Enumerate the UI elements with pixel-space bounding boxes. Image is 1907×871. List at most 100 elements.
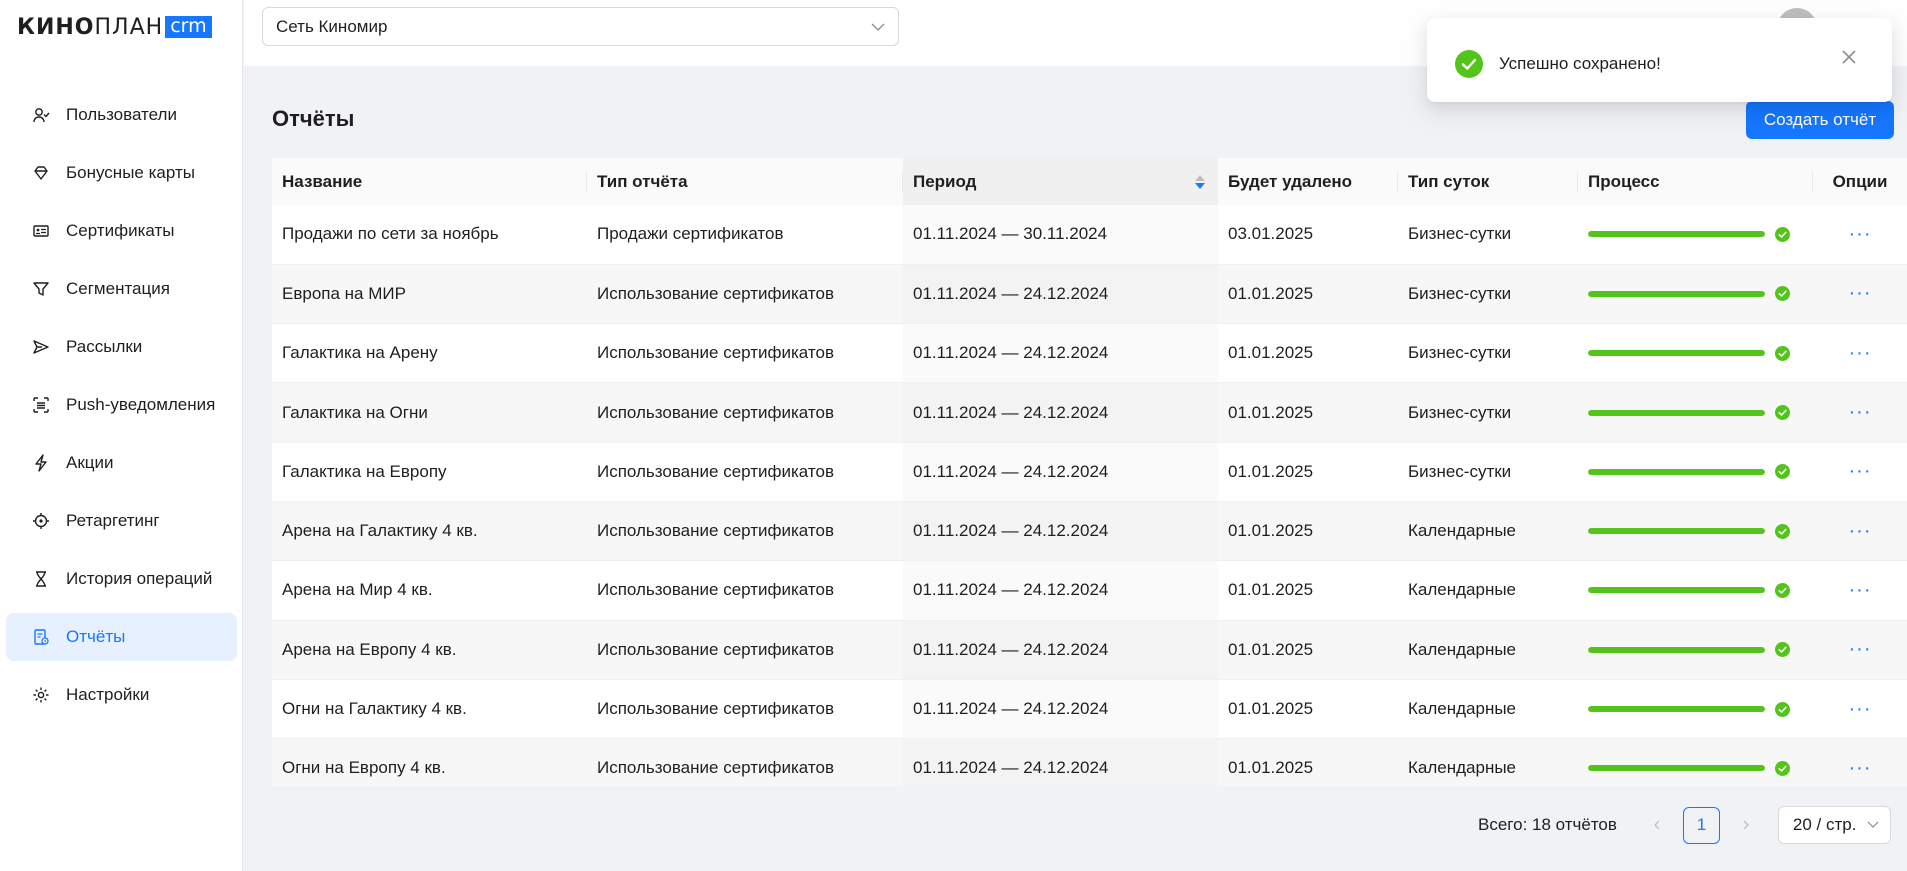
filter-icon	[32, 280, 50, 298]
sidebar-item[interactable]: Рассылки	[6, 323, 237, 371]
cell-name: Галактика на Арену	[272, 323, 587, 384]
cell-name: Огни на Галактику 4 кв.	[272, 679, 587, 740]
sidebar-item-label: Бонусные карты	[66, 163, 195, 182]
column-header-label: Название	[282, 171, 363, 191]
progress-fill	[1588, 350, 1765, 357]
cell-type: Использование сертификатов	[587, 738, 903, 786]
prev-page-button[interactable]	[1641, 809, 1673, 841]
column-header-label: Период	[913, 171, 977, 191]
row-options-button[interactable]: ···	[1813, 620, 1907, 680]
sidebar-item-label: Настройки	[66, 685, 150, 704]
progress-bar	[1588, 464, 1813, 480]
check-circle-icon	[1775, 226, 1790, 242]
cell-name: Арена на Мир 4 кв.	[272, 560, 587, 621]
sidebar-item[interactable]: Акции	[6, 439, 237, 487]
cell-day-type: Бизнес-сутки	[1398, 382, 1578, 443]
cell-day-type: Бизнес-сутки	[1398, 264, 1578, 325]
row-options-button[interactable]: ···	[1813, 264, 1907, 325]
check-circle-icon	[1775, 523, 1790, 539]
progress-track	[1588, 409, 1765, 416]
column-header-type[interactable]: Тип отчёта	[587, 158, 903, 205]
sidebar-item[interactable]: Ретаргетинг	[6, 497, 237, 545]
row-options-button[interactable]: ···	[1813, 738, 1907, 786]
sidebar-item[interactable]: Пользователи	[6, 91, 237, 139]
column-header-delete-date[interactable]: Будет удалено	[1218, 158, 1398, 205]
table-row[interactable]: Огни на Европу 4 кв. Использование сертиф…	[272, 738, 1907, 786]
pagination-total: Всего: 18 отчётов	[1478, 815, 1617, 834]
progress-bar	[1588, 701, 1813, 717]
progress-track	[1588, 706, 1765, 713]
page-number-button[interactable]: 1	[1682, 806, 1720, 844]
cell-type: Использование сертификатов	[587, 560, 903, 621]
column-header-label: Процесс	[1588, 171, 1660, 191]
app-logo[interactable]: КИНО ПЛАН crm	[17, 14, 212, 40]
column-header-period[interactable]: Период	[903, 158, 1218, 205]
cell-period: 01.11.2024 — 24.12.2024	[903, 442, 1218, 502]
column-header-label: Тип суток	[1408, 171, 1490, 191]
table-row[interactable]: Галактика на Арену Использование сертифик…	[272, 323, 1907, 384]
table-row[interactable]: Продажи по сети за ноябрь Продажи сертифи…	[272, 205, 1907, 265]
table-row[interactable]: Галактика на Европу Использование сертифи…	[272, 442, 1907, 502]
sort-icon[interactable]	[1194, 172, 1206, 192]
cell-day-type: Календарные	[1398, 738, 1578, 786]
progress-bar	[1588, 760, 1813, 776]
progress-track	[1588, 468, 1765, 475]
create-report-button[interactable]: Создать отчёт	[1746, 101, 1894, 139]
table-row[interactable]: Арена на Мир 4 кв. Использование сертифик…	[272, 560, 1907, 621]
table-header-row: Название Тип отчёта Период Будет удалено…	[272, 158, 1907, 205]
sidebar-item[interactable]: Отчёты	[6, 613, 237, 661]
page-size-select[interactable]: 20 / стр.	[1777, 806, 1891, 844]
table-row[interactable]: Галактика на Огни Использование сертифика…	[272, 382, 1907, 443]
sidebar-item[interactable]: Сертификаты	[6, 207, 237, 255]
progress-fill	[1588, 231, 1765, 238]
sidebar-item[interactable]: Бонусные карты	[6, 149, 237, 197]
close-icon[interactable]	[1840, 48, 1858, 66]
cell-period: 01.11.2024 — 24.12.2024	[903, 738, 1218, 786]
chevron-down-icon	[1867, 821, 1879, 828]
reports-table: Название Тип отчёта Период Будет удалено…	[272, 158, 1907, 786]
row-options-button[interactable]: ···	[1813, 323, 1907, 384]
logo-text-bold: КИНО	[17, 14, 95, 40]
sidebar-item[interactable]: Настройки	[6, 671, 237, 719]
network-select[interactable]: Сеть Киномир	[262, 7, 899, 46]
cell-period: 01.11.2024 — 24.12.2024	[903, 620, 1218, 680]
page-title: Отчёты	[272, 106, 355, 131]
diamond-icon	[32, 164, 50, 182]
table-row[interactable]: Европа на МИР Использование сертификатов 0…	[272, 264, 1907, 325]
cell-delete-date: 01.01.2025	[1218, 738, 1398, 786]
cell-period: 01.11.2024 — 24.12.2024	[903, 501, 1218, 562]
cell-period: 01.11.2024 — 24.12.2024	[903, 679, 1218, 740]
row-options-button[interactable]: ···	[1813, 501, 1907, 562]
row-options-button[interactable]: ···	[1813, 382, 1907, 443]
sidebar-item[interactable]: Push-уведомления	[6, 381, 237, 429]
column-header-day-type[interactable]: Тип суток	[1398, 158, 1578, 205]
check-circle-icon	[1775, 286, 1790, 302]
hourglass-icon	[32, 570, 50, 588]
sidebar-item[interactable]: История операций	[6, 555, 237, 603]
progress-bar	[1588, 642, 1813, 658]
cell-delete-date: 01.01.2025	[1218, 679, 1398, 740]
cell-day-type: Бизнес-сутки	[1398, 323, 1578, 384]
row-options-button[interactable]: ···	[1813, 205, 1907, 265]
sidebar-item-label: Акции	[66, 453, 114, 472]
progress-bar	[1588, 523, 1813, 539]
next-page-button[interactable]	[1730, 809, 1762, 841]
sidebar-item[interactable]: Сегментация	[6, 265, 237, 313]
column-header-process[interactable]: Процесс	[1578, 158, 1813, 205]
row-options-button[interactable]: ···	[1813, 442, 1907, 502]
table-row[interactable]: Арена на Европу 4 кв. Использование серти…	[272, 620, 1907, 680]
progress-fill	[1588, 706, 1765, 713]
progress-track	[1588, 350, 1765, 357]
cell-name: Арена на Европу 4 кв.	[272, 620, 587, 680]
cell-name: Огни на Европу 4 кв.	[272, 738, 587, 786]
table-row[interactable]: Огни на Галактику 4 кв. Использование сер…	[272, 679, 1907, 740]
row-options-button[interactable]: ···	[1813, 560, 1907, 621]
column-header-label: Опции	[1832, 171, 1888, 191]
cell-type: Использование сертификатов	[587, 501, 903, 562]
check-circle-icon	[1455, 50, 1483, 78]
cell-delete-date: 03.01.2025	[1218, 205, 1398, 265]
table-row[interactable]: Арена на Галактику 4 кв. Использование се…	[272, 501, 1907, 562]
row-options-button[interactable]: ···	[1813, 679, 1907, 740]
cell-type: Продажи сертификатов	[587, 205, 903, 265]
column-header-name[interactable]: Название	[272, 158, 587, 205]
